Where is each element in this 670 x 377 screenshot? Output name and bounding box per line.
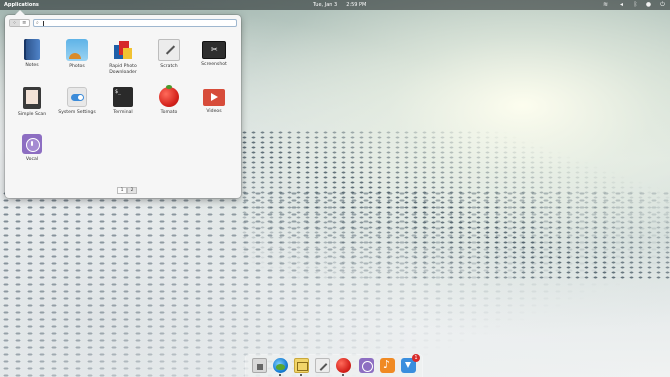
clock-time: 2:59 PM — [346, 2, 367, 8]
app-system-settings[interactable]: System Settings — [54, 87, 100, 116]
wallpaper-dot-pattern-highlight — [240, 130, 670, 280]
rapid-photo-downloader-icon — [112, 39, 134, 61]
running-indicator — [279, 374, 281, 376]
app-screenshot[interactable]: Screenshot — [191, 39, 237, 68]
app-label: Screenshot — [201, 62, 227, 67]
app-rapid-photo-downloader[interactable]: Rapid Photo Downloader — [100, 39, 146, 75]
system-settings-icon — [67, 87, 87, 107]
simple-scan-icon — [23, 87, 41, 109]
power-icon[interactable]: ⏻ — [659, 2, 666, 8]
screenshot-icon — [202, 41, 226, 59]
mail-icon[interactable] — [294, 358, 309, 373]
app-label: Photos — [69, 64, 85, 69]
app-tomato[interactable]: Tomato — [146, 85, 192, 116]
app-photos[interactable]: Photos — [54, 39, 100, 70]
view-mode-toggle[interactable]: ⁘ ≡ — [9, 19, 30, 27]
applications-launcher: ⁘ ≡ ⌕ Notes Photos Rapid Photo Downloade… — [5, 10, 241, 198]
updates-badge: 1 — [412, 354, 420, 362]
app-label: Simple Scan — [17, 112, 47, 117]
app-vocal[interactable]: Vocal — [9, 134, 55, 163]
page-switcher: 1 2 — [117, 187, 137, 194]
app-label: Scratch — [160, 64, 178, 69]
photos-icon — [66, 39, 88, 61]
videos-icon — [203, 89, 225, 106]
notes-icon — [24, 39, 40, 60]
app-scratch[interactable]: Scratch — [146, 39, 192, 70]
dock: 1 — [246, 354, 422, 377]
clock-date: Tue, Jan 3 — [313, 2, 338, 8]
app-notes[interactable]: Notes — [9, 39, 55, 69]
applications-menu-button[interactable]: Applications — [4, 0, 39, 10]
app-label: Videos — [206, 109, 222, 114]
app-label: Notes — [25, 63, 39, 68]
text-caret — [43, 21, 44, 26]
vocal-icon — [22, 134, 42, 154]
top-panel: Applications Tue, Jan 3 2:59 PM ≋ ◂ ᛒ ● ⏻ — [0, 0, 670, 10]
tomato-icon — [159, 85, 179, 107]
search-input[interactable]: ⌕ — [33, 19, 237, 27]
files-icon[interactable] — [252, 358, 267, 373]
web-browser-icon[interactable] — [273, 358, 288, 373]
app-videos[interactable]: Videos — [191, 87, 237, 115]
music-icon[interactable] — [380, 358, 395, 373]
sound-icon[interactable]: ◂ — [618, 2, 625, 8]
clock[interactable]: Tue, Jan 3 2:59 PM — [313, 0, 375, 10]
app-terminal[interactable]: $_ Terminal — [100, 87, 146, 116]
scratch-icon[interactable] — [315, 358, 330, 373]
app-label: System Settings — [58, 110, 96, 115]
app-label: Vocal — [25, 157, 39, 162]
terminal-icon: $_ — [113, 87, 133, 107]
scratch-icon — [158, 39, 180, 61]
running-indicator — [300, 374, 302, 376]
vocal-icon[interactable] — [359, 358, 374, 373]
tomato-icon[interactable] — [336, 358, 351, 373]
wifi-icon[interactable]: ≋ — [602, 2, 609, 8]
running-indicator — [342, 374, 344, 376]
updates-icon[interactable]: 1 — [401, 354, 420, 373]
page-button-1[interactable]: 1 — [117, 187, 127, 194]
category-view-icon[interactable]: ≡ — [20, 20, 30, 26]
app-label: Rapid Photo Downloader — [109, 64, 137, 75]
app-simple-scan[interactable]: Simple Scan — [9, 87, 55, 118]
grid-view-icon[interactable]: ⁘ — [10, 20, 20, 26]
bluetooth-icon[interactable]: ᛒ — [632, 2, 639, 8]
page-button-2[interactable]: 2 — [127, 187, 137, 194]
app-label: Tomato — [160, 110, 178, 115]
search-icon: ⌕ — [36, 20, 39, 26]
notifications-icon[interactable]: ● — [645, 2, 652, 8]
app-label: Terminal — [113, 110, 133, 115]
